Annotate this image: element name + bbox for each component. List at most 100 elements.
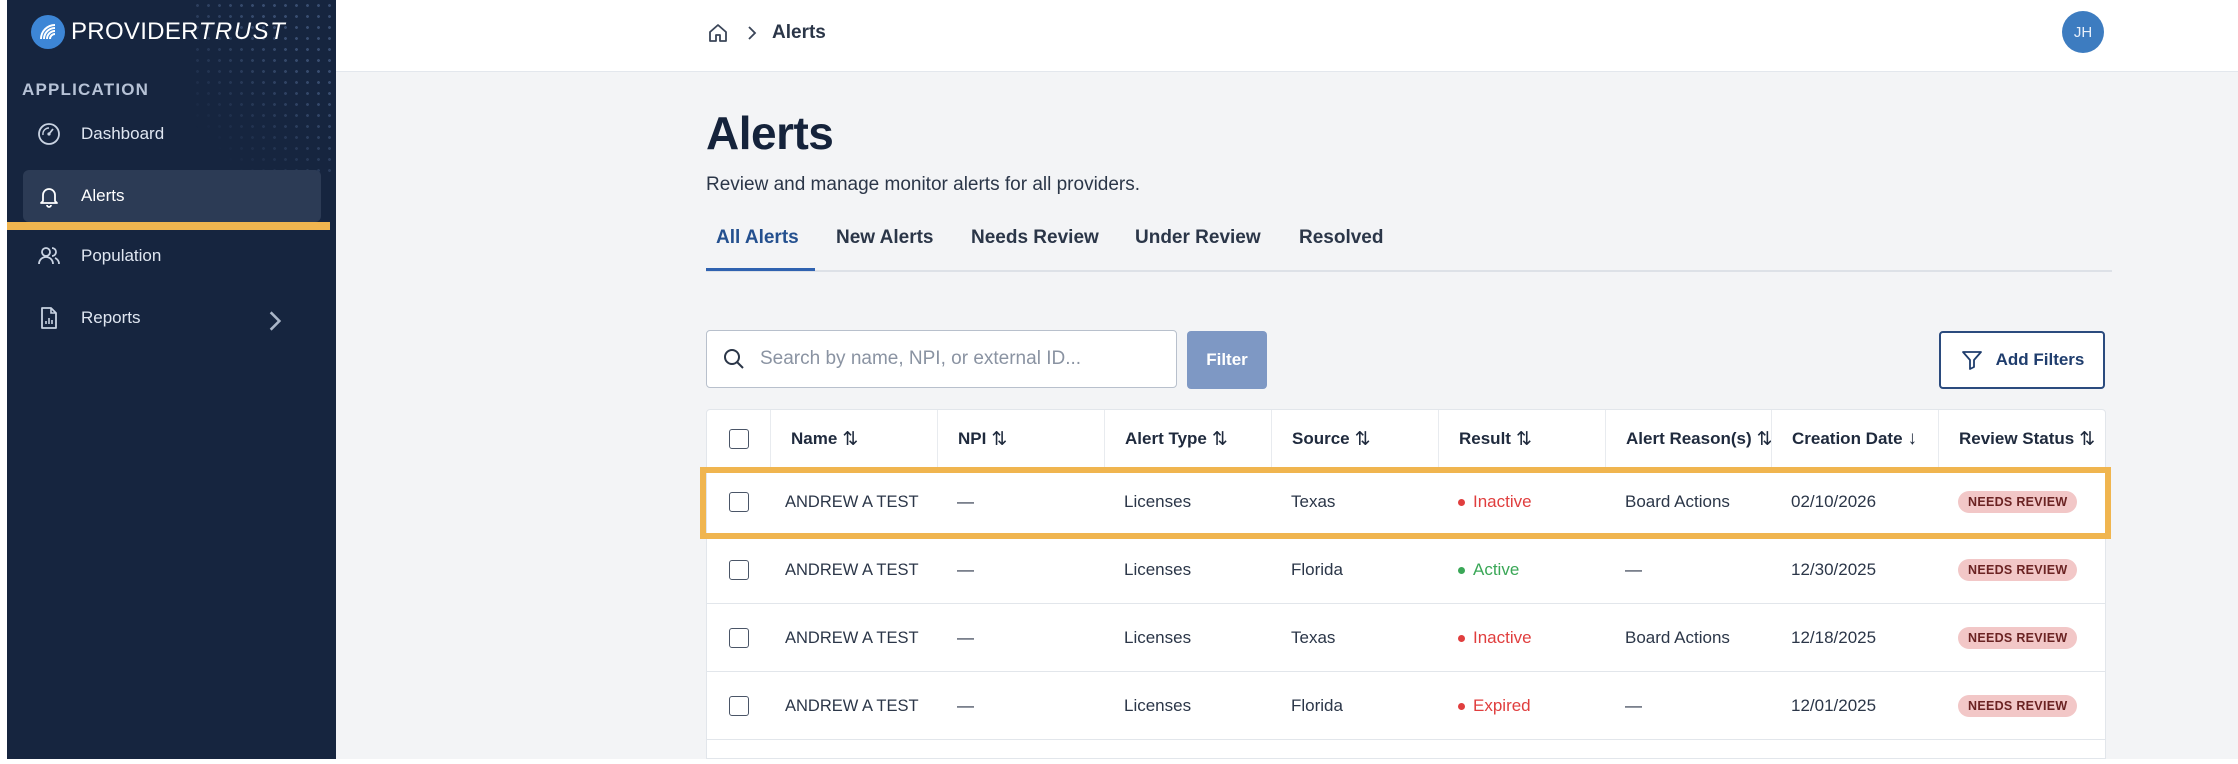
sidebar-item-population[interactable]: Population [23,230,321,282]
status-dot [1458,634,1465,642]
column-label: Result [1459,429,1511,448]
app-logo[interactable]: PROVIDERTRUST [31,14,286,50]
cell-source: Florida [1291,696,1343,715]
cell-creation-date: 02/10/2026 [1791,492,1877,511]
search-box[interactable] [706,330,1177,388]
row-select [729,672,749,740]
logo-text: PROVIDERTRUST [71,18,286,46]
result-text: Expired [1473,696,1531,715]
cell-alert-type: Licenses [1124,628,1192,647]
cell-name[interactable]: ANDREW A TEST [785,672,919,740]
alerts-table: Name ⇅ NPI ⇅ Alert Type ⇅ Source ⇅ Result ⇅ A… [706,409,2106,759]
column-label: Alert Type [1125,429,1207,448]
column-header-alert-type[interactable]: Alert Type ⇅ [1104,410,1271,468]
alert-tabs: All Alerts New Alerts Needs Review Under… [706,224,2112,272]
users-icon [38,247,60,265]
sort-icon: ⇅ [842,428,858,450]
table-row[interactable]: ANDREW A TEST — Licenses Texas Inactive … [707,468,2105,536]
row-checkbox[interactable] [729,628,749,648]
column-header-npi[interactable]: NPI ⇅ [937,410,1104,468]
select-all-checkbox[interactable] [728,429,749,449]
sort-icon: ⇅ [1515,428,1532,450]
cell-name[interactable]: ANDREW A TEST [785,468,919,536]
report-icon [41,307,57,329]
cell-result: Expired [1458,672,1531,740]
tab-new-alerts[interactable]: New Alerts [836,227,934,249]
sidebar-item-alerts[interactable]: Alerts [23,170,321,222]
sidebar-item-dashboard[interactable]: Dashboard [23,108,321,160]
sidebar-section-label: APPLICATION [22,80,150,99]
row-checkbox[interactable] [729,560,749,580]
user-avatar[interactable]: JH [2062,11,2104,53]
add-filters-button[interactable]: Add Filters [1939,331,2105,389]
column-label: Source [1292,429,1350,448]
row-checkbox[interactable] [729,492,749,512]
sort-icon: ⇅ [2079,428,2095,450]
cell-result: Inactive [1458,604,1532,672]
table-row[interactable]: ANDREW A TEST — Licenses Florida Active … [707,536,2105,604]
filter-button[interactable]: Filter [1187,331,1267,389]
status-badge: NEEDS REVIEW [1958,559,2078,581]
chevron-right-icon [269,311,282,331]
cell-source: Florida [1291,560,1343,579]
column-header-source[interactable]: Source ⇅ [1271,410,1438,468]
row-checkbox[interactable] [729,696,749,716]
column-label: Review Status [1959,429,2075,448]
result-text: Inactive [1473,628,1532,647]
sidebar-item-reports[interactable]: Reports [23,292,321,344]
add-filters-label: Add Filters [1995,350,2085,369]
table-header: Name ⇅ NPI ⇅ Alert Type ⇅ Source ⇅ Result ⇅ A… [707,410,2105,468]
column-header-result[interactable]: Result ⇅ [1438,410,1605,468]
sidebar-item-label: Dashboard [81,124,165,143]
cell-alert-type: Licenses [1124,492,1192,511]
status-badge: NEEDS REVIEW [1958,627,2078,649]
cell-name[interactable]: ANDREW A TEST [785,604,919,672]
column-label: Alert Reason(s) [1626,429,1752,448]
cell-alert-reason: — [1625,696,1642,715]
cell-name[interactable]: ANDREW A TEST [785,536,919,604]
table-row[interactable]: ANDREW A TEST — Licenses Texas Inactive … [707,604,2105,672]
page-title: Alerts [706,107,834,159]
logo-text-trust: TRUST [198,18,287,45]
cell-result: Inactive [1458,468,1532,536]
column-label: Creation Date [1792,429,1903,448]
cell-npi: — [957,492,974,511]
cell-review-status: NEEDS REVIEW [1958,536,2078,604]
table-row[interactable]: ANDREW A TEST — Licenses Florida Expired… [707,672,2105,740]
sidebar-item-label: Population [81,246,162,265]
gauge-icon [38,123,60,145]
cell-alert-type: Licenses [1124,696,1192,715]
tab-needs-review[interactable]: Needs Review [971,227,1099,249]
cell-review-status: NEEDS REVIEW [1958,604,2078,672]
row-select [729,536,749,604]
breadcrumb: Alerts [706,18,826,48]
funnel-icon [1961,351,1982,370]
cell-source: Texas [1291,628,1336,647]
header-select-all [707,410,770,468]
cell-alert-reason: — [1625,560,1642,579]
sort-icon: ↓ [1907,428,1917,449]
status-badge: NEEDS REVIEW [1958,491,2078,513]
tab-resolved[interactable]: Resolved [1299,227,1383,249]
column-header-alert-reasons[interactable]: Alert Reason(s) ⇅ [1605,410,1773,468]
sidebar-item-label: Alerts [81,186,125,205]
cell-creation-date: 12/30/2025 [1791,560,1877,579]
status-dot [1458,498,1465,506]
tab-all-alerts[interactable]: All Alerts [716,227,799,249]
column-header-creation-date[interactable]: Creation Date ↓ [1771,410,1938,468]
column-label: Name [791,429,838,448]
column-header-review-status[interactable]: Review Status ⇅ [1938,410,2105,468]
logo-icon [31,15,65,49]
sidebar: PROVIDERTRUST APPLICATION Dashboard Aler… [7,0,342,759]
tab-under-review[interactable]: Under Review [1135,227,1261,249]
status-dot [1458,702,1465,710]
search-input[interactable] [760,348,1160,370]
cell-alert-type: Licenses [1124,560,1192,579]
result-text: Inactive [1473,492,1532,511]
cell-npi: — [957,628,974,647]
breadcrumb-current: Alerts [772,22,826,43]
home-icon[interactable] [706,21,730,45]
active-item-indicator [7,222,330,230]
cell-result: Active [1458,536,1519,604]
column-header-name[interactable]: Name ⇅ [770,410,937,468]
